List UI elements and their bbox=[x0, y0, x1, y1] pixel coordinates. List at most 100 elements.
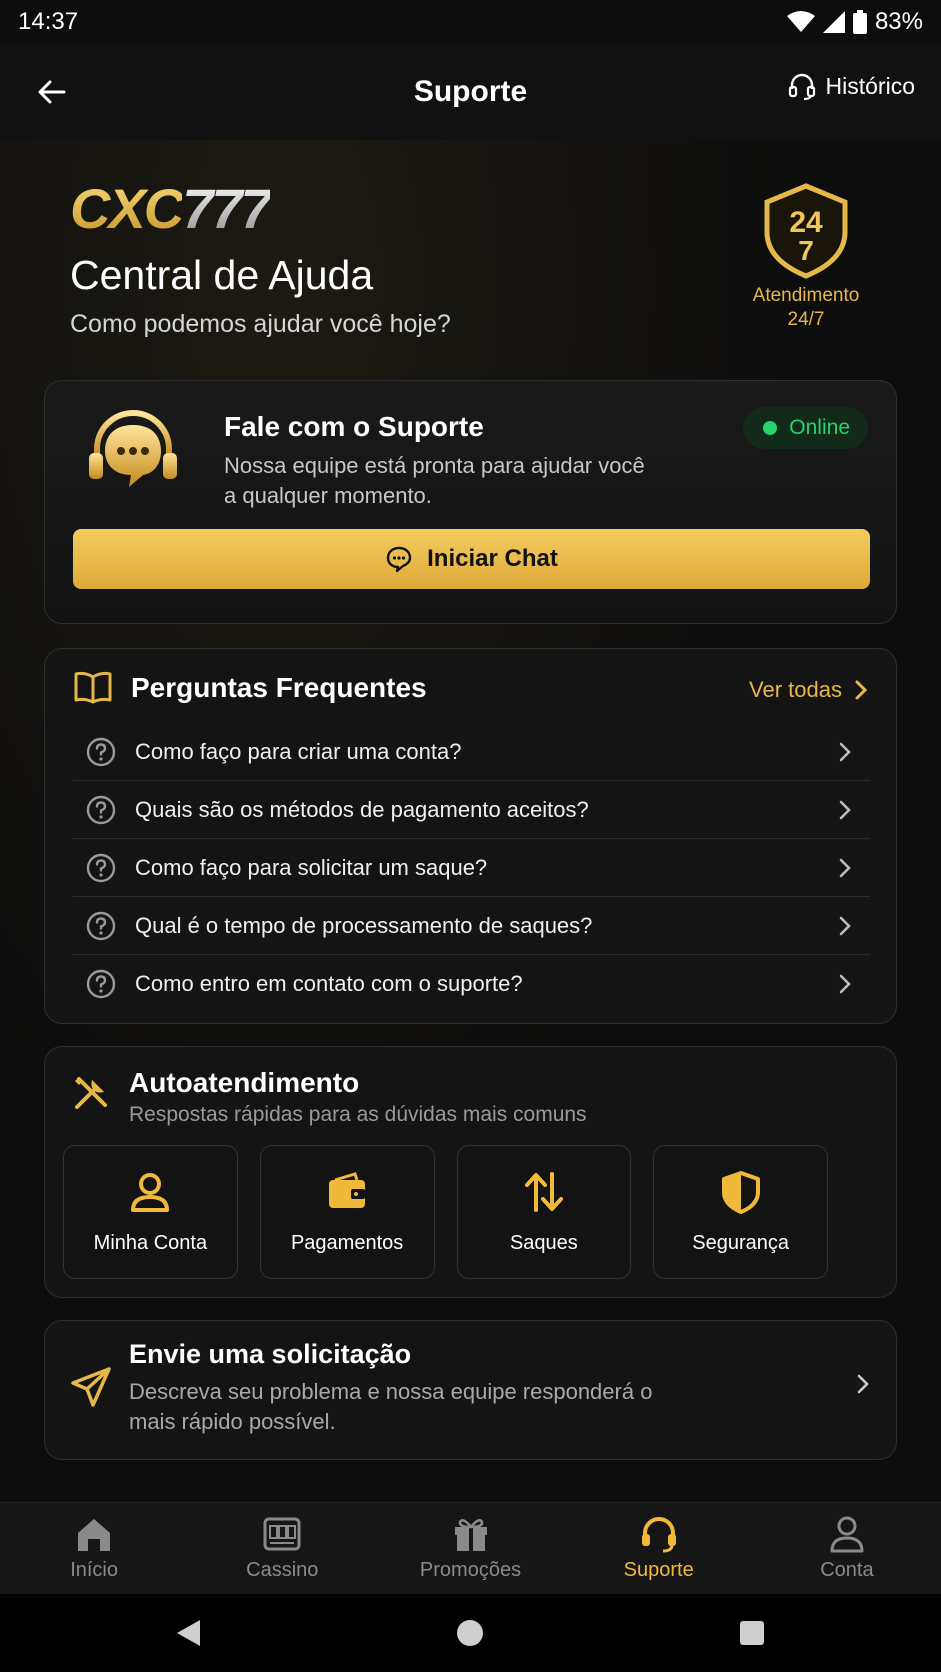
arrow-left-icon bbox=[38, 80, 66, 104]
chat-bubble-icon bbox=[386, 546, 412, 573]
history-button[interactable]: Histórico bbox=[788, 72, 915, 100]
status-icons: 83% bbox=[786, 8, 923, 36]
shield-icon bbox=[721, 1170, 760, 1214]
support-description: Nossa equipe está pronta para ajudar voc… bbox=[224, 453, 645, 508]
system-recents-button[interactable] bbox=[722, 1594, 782, 1672]
tile-label: Segurança bbox=[692, 1231, 789, 1254]
system-navigation-bar bbox=[0, 1594, 941, 1672]
faq-item[interactable]: Como entro em contato com o suporte? bbox=[73, 955, 870, 1013]
self-service-title: Autoatendimento bbox=[129, 1067, 360, 1098]
tile-saques[interactable]: Saques bbox=[456, 1145, 632, 1279]
question-circle-icon bbox=[86, 795, 116, 824]
chevron-right-icon bbox=[839, 742, 851, 761]
tile-label: Saques bbox=[509, 1231, 578, 1254]
nav-cassino[interactable]: Cassino bbox=[188, 1503, 376, 1594]
chevron-right-icon bbox=[839, 800, 851, 819]
system-home-button[interactable] bbox=[440, 1594, 500, 1672]
user-icon bbox=[830, 1516, 864, 1553]
system-back-button[interactable] bbox=[158, 1594, 218, 1672]
question-circle-icon bbox=[86, 969, 116, 999]
page-title: Suporte bbox=[413, 75, 528, 108]
faq-title: Perguntas Frequentes bbox=[131, 672, 427, 703]
faq-item[interactable]: Como faço para solicitar um saque? bbox=[73, 839, 870, 897]
self-service-card: Autoatendimento Respostas rápidas para a… bbox=[44, 1046, 897, 1298]
help-center-title: Central de Ajuda bbox=[70, 252, 374, 298]
bottom-navigation: Início Cassino Promoções Suporte Conta bbox=[0, 1502, 941, 1594]
start-chat-label: Iniciar Chat bbox=[427, 545, 558, 572]
question-circle-icon bbox=[86, 737, 116, 766]
status-time: 14:37 bbox=[18, 8, 79, 35]
online-dot bbox=[763, 421, 778, 435]
faq-question: Qual é o tempo de processamento de saque… bbox=[135, 912, 593, 938]
nav-label: Início bbox=[70, 1559, 118, 1581]
square-recents-icon bbox=[740, 1621, 764, 1645]
user-icon bbox=[131, 1172, 170, 1212]
wifi-icon bbox=[786, 11, 815, 32]
faq-item[interactable]: Quais são os métodos de pagamento aceito… bbox=[73, 781, 870, 839]
battery-percent: 83% bbox=[874, 8, 923, 35]
app-bar: Suporte Histórico bbox=[0, 44, 941, 140]
content-area[interactable]: CXC777 Central de Ajuda Como podemos aju… bbox=[0, 140, 941, 1502]
home-icon bbox=[78, 1519, 111, 1551]
self-service-tiles: Minha Conta Pagamentos Saques Segurança bbox=[63, 1145, 828, 1279]
help-center-subtitle: Como podemos ajudar você hoje? bbox=[70, 310, 451, 338]
tile-seguranca[interactable]: Segurança bbox=[653, 1145, 828, 1279]
chevron-right-icon bbox=[839, 974, 851, 994]
shield-247-icon: 24 7 bbox=[764, 183, 848, 279]
online-label: Online bbox=[789, 416, 850, 439]
nav-label: Cassino bbox=[246, 1559, 319, 1581]
chevron-right-icon bbox=[839, 916, 851, 935]
book-icon bbox=[74, 671, 112, 704]
faq-question: Como faço para criar uma conta? bbox=[135, 738, 462, 764]
headset-icon bbox=[641, 1517, 676, 1553]
support-card: Fale com o Suporte Nossa equipe está pro… bbox=[44, 380, 897, 624]
badge-label: Atendimento 24/7 bbox=[752, 285, 860, 330]
battery-icon bbox=[852, 10, 867, 34]
chevron-right-icon bbox=[855, 680, 868, 700]
chat-support-icon bbox=[85, 407, 181, 508]
nav-suporte[interactable]: Suporte bbox=[565, 1503, 753, 1594]
see-all-label: Ver todas bbox=[749, 677, 842, 702]
start-chat-button[interactable]: Iniciar Chat bbox=[73, 529, 870, 589]
send-request-title: Envie uma solicitação bbox=[129, 1339, 412, 1369]
tile-label: Pagamentos bbox=[290, 1231, 404, 1254]
nav-inicio[interactable]: Início bbox=[0, 1503, 188, 1594]
back-button[interactable] bbox=[34, 74, 70, 110]
self-service-subtitle: Respostas rápidas para as dúvidas mais c… bbox=[129, 1103, 587, 1126]
faq-card: Perguntas Frequentes Ver todas Como faço… bbox=[44, 648, 897, 1024]
send-request-card[interactable]: Envie uma solicitação Descreva seu probl… bbox=[44, 1320, 897, 1460]
history-label: Histórico bbox=[825, 72, 915, 99]
hero-section: CXC777 Central de Ajuda Como podemos aju… bbox=[0, 140, 941, 380]
faq-item[interactable]: Como faço para criar uma conta? bbox=[73, 723, 870, 781]
headset-icon bbox=[788, 73, 815, 100]
faq-question: Como entro em contato com o suporte? bbox=[135, 971, 523, 996]
see-all-link[interactable]: Ver todas bbox=[749, 677, 868, 703]
status-bar: 14:37 83% bbox=[0, 0, 941, 44]
support-title: Fale com o Suporte bbox=[224, 411, 484, 442]
send-request-description: Descreva seu problema e nossa equipe res… bbox=[129, 1379, 653, 1434]
tile-label: Minha Conta bbox=[93, 1231, 208, 1254]
tile-minha-conta[interactable]: Minha Conta bbox=[63, 1145, 238, 1279]
nav-label: Suporte bbox=[623, 1559, 694, 1581]
faq-list: Como faço para criar uma conta? Quais sã… bbox=[73, 723, 870, 1013]
faq-question: Quais são os métodos de pagamento aceito… bbox=[135, 796, 589, 822]
tile-pagamentos[interactable]: Pagamentos bbox=[259, 1145, 435, 1279]
nav-conta[interactable]: Conta bbox=[753, 1503, 941, 1594]
faq-item[interactable]: Qual é o tempo de processamento de saque… bbox=[73, 897, 870, 955]
transfer-arrows-icon bbox=[524, 1171, 563, 1212]
send-plane-icon bbox=[69, 1365, 113, 1414]
slot-machine-icon bbox=[263, 1517, 301, 1551]
tools-icon bbox=[71, 1073, 111, 1118]
gift-icon bbox=[454, 1519, 487, 1551]
wallet-icon bbox=[329, 1171, 366, 1208]
support-247-badge: 24 7 Atendimento 24/7 bbox=[736, 182, 876, 332]
online-status-badge: Online bbox=[743, 407, 868, 449]
brand-logo: CXC777 bbox=[70, 177, 272, 240]
chevron-right-icon bbox=[856, 1373, 870, 1400]
nav-promocoes[interactable]: Promoções bbox=[376, 1503, 564, 1594]
signal-icon bbox=[822, 11, 845, 33]
question-circle-icon bbox=[86, 911, 116, 940]
triangle-back-icon bbox=[177, 1620, 200, 1646]
svg-text:7: 7 bbox=[798, 235, 814, 266]
faq-header: Perguntas Frequentes bbox=[73, 671, 427, 705]
